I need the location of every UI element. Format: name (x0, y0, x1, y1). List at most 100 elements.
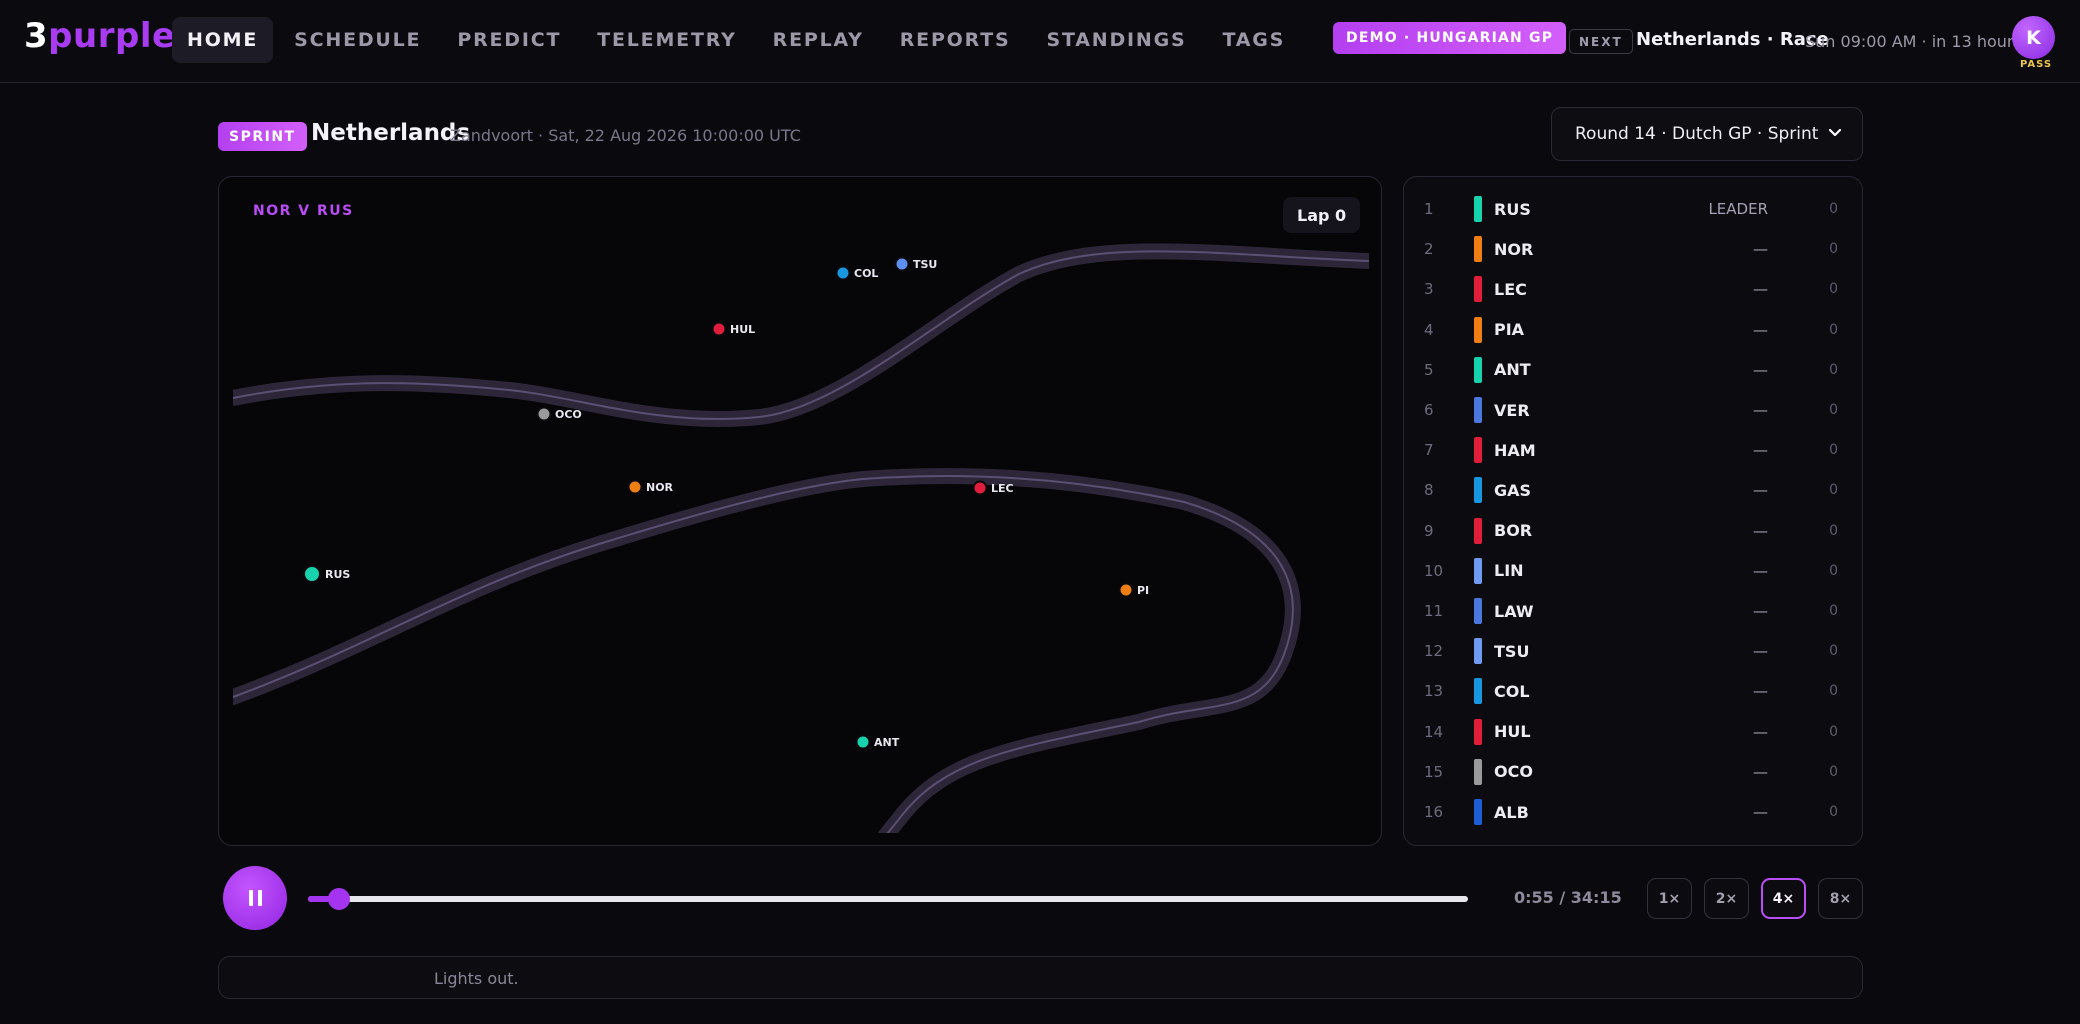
demo-mode-badge[interactable]: DEMO · HUNGARIAN GP (1333, 22, 1567, 54)
driver-code: COL (1494, 681, 1530, 701)
standings-row[interactable]: 5 ANT — 0 (1404, 350, 1864, 390)
car-marker[interactable]: COL (835, 265, 879, 281)
next-race-name[interactable]: Netherlands · Race (1636, 29, 1829, 50)
standings-row[interactable]: 8 GAS — 0 (1404, 470, 1864, 510)
team-color-bar (1474, 557, 1482, 584)
driver-points: 0 (1829, 482, 1838, 499)
standings-position: 12 (1424, 642, 1444, 661)
speed-1x-button[interactable]: 1× (1647, 878, 1692, 919)
car-marker[interactable]: ANT (855, 734, 900, 750)
car-marker[interactable]: HUL (711, 321, 756, 337)
standings-row[interactable]: 10 LIN — 0 (1404, 551, 1864, 591)
nav-item-predict[interactable]: PREDICT (442, 17, 576, 63)
standings-position: 3 (1424, 280, 1434, 299)
driver-code: VER (1494, 400, 1530, 420)
team-color-bar (1474, 196, 1482, 222)
team-color-bar (1474, 758, 1482, 785)
driver-code: LIN (1494, 561, 1524, 581)
driver-code: RUS (1494, 199, 1531, 219)
next-race-countdown: Sun 09:00 AM · in 13 hours (1805, 32, 2022, 51)
session-type-badge: SPRINT (218, 122, 307, 151)
replay-scrubber[interactable] (308, 888, 1468, 910)
driver-points: 0 (1829, 723, 1838, 740)
team-color-bar (1474, 678, 1482, 705)
chevron-down-icon (1828, 128, 1842, 137)
driver-code: HUL (1494, 722, 1531, 742)
driver-code: NOR (1494, 239, 1534, 259)
driver-points: 0 (1829, 643, 1838, 660)
driver-gap: — (1753, 280, 1768, 299)
driver-code: ANT (1494, 360, 1531, 380)
driver-gap: — (1753, 762, 1768, 781)
standings-row[interactable]: 13 COL — 0 (1404, 671, 1864, 711)
car-marker[interactable]: OCO (536, 406, 582, 422)
standings-position: 11 (1424, 602, 1444, 620)
standings-row[interactable]: 15 OCO — 0 (1404, 752, 1864, 792)
nav-item-tags[interactable]: TAGS (1207, 17, 1300, 63)
driver-points: 0 (1829, 361, 1838, 378)
car-label: NOR (646, 481, 674, 494)
team-color-bar (1474, 517, 1482, 544)
standings-row[interactable]: 1 RUS LEADER 0 (1404, 189, 1864, 229)
driver-gap: — (1753, 521, 1768, 540)
car-dot (536, 406, 552, 422)
nav-item-telemetry[interactable]: TELEMETRY (582, 17, 751, 63)
driver-gap: — (1753, 320, 1768, 339)
car-label: PI (1137, 584, 1149, 597)
standings-row[interactable]: 4 PIA — 0 (1404, 310, 1864, 350)
driver-gap: — (1753, 360, 1768, 379)
standings-list: 1 RUS LEADER 0 2 NOR — 0 3 LEC — 0 4 PIA — 0 5 ANT — 0 6 VER —… (1403, 176, 1863, 846)
round-selector[interactable]: Round 14 · Dutch GP · Sprint (1551, 107, 1863, 161)
driver-gap: — (1753, 682, 1768, 701)
car-dot (972, 480, 988, 496)
speed-8x-button[interactable]: 8× (1818, 878, 1863, 919)
round-selector-value: Round 14 · Dutch GP · Sprint (1575, 124, 1819, 144)
driver-code: LEC (1494, 279, 1527, 299)
driver-code: BOR (1494, 521, 1533, 541)
nav-item-standings[interactable]: STANDINGS (1031, 17, 1201, 63)
track-map-panel: BEAALBOCOHULCOLTSUNORLECRUSPIANT NOR V R… (218, 176, 1382, 846)
car-dot (711, 321, 727, 337)
standings-row[interactable]: 7 HAM — 0 (1404, 430, 1864, 470)
car-marker[interactable]: RUS (303, 565, 350, 583)
standings-position: 13 (1424, 682, 1444, 701)
car-label: TSU (913, 258, 937, 271)
standings-position: 4 (1424, 320, 1434, 339)
speed-2x-button[interactable]: 2× (1704, 878, 1749, 919)
standings-row[interactable]: 12 TSU — 0 (1404, 631, 1864, 671)
pause-button[interactable] (223, 866, 287, 930)
driver-gap: — (1753, 441, 1768, 460)
car-marker[interactable]: LEC (972, 480, 1014, 496)
standings-row[interactable]: 9 BOR — 0 (1404, 511, 1864, 551)
car-label: OCO (555, 408, 582, 421)
driver-gap: — (1753, 803, 1768, 821)
team-color-bar (1474, 477, 1482, 504)
nav-item-home[interactable]: HOME (172, 17, 274, 63)
standings-row[interactable]: 16 ALB — 0 (1404, 792, 1864, 832)
car-marker[interactable]: PI (1118, 582, 1150, 598)
standings-row[interactable]: 2 NOR — 0 (1404, 229, 1864, 269)
car-label: HUL (730, 323, 755, 336)
car-marker[interactable]: NOR (627, 479, 674, 495)
team-color-bar (1474, 236, 1482, 263)
car-dot (835, 265, 851, 281)
standings-row[interactable]: 14 HUL — 0 (1404, 712, 1864, 752)
driver-gap: — (1753, 561, 1768, 580)
standings-row[interactable]: 6 VER — 0 (1404, 390, 1864, 430)
user-avatar[interactable]: K (2012, 16, 2055, 59)
brand-logo[interactable]: 3purple (24, 16, 176, 56)
scrubber-handle[interactable] (328, 888, 351, 910)
speed-4x-button[interactable]: 4× (1761, 878, 1806, 919)
standings-position: 1 (1424, 200, 1434, 218)
driver-points: 0 (1829, 402, 1838, 418)
user-tier-badge: PASS (2020, 59, 2053, 70)
car-marker[interactable]: TSU (894, 256, 938, 272)
nav-item-reports[interactable]: REPORTS (885, 17, 1026, 63)
nav-item-replay[interactable]: REPLAY (758, 17, 879, 63)
nav-item-schedule[interactable]: SCHEDULE (279, 17, 436, 63)
driver-code: LAW (1494, 601, 1534, 621)
driver-points: 0 (1829, 321, 1838, 338)
driver-points: 0 (1829, 281, 1838, 298)
standings-row[interactable]: 11 LAW — 0 (1404, 591, 1864, 631)
standings-row[interactable]: 3 LEC — 0 (1404, 269, 1864, 309)
